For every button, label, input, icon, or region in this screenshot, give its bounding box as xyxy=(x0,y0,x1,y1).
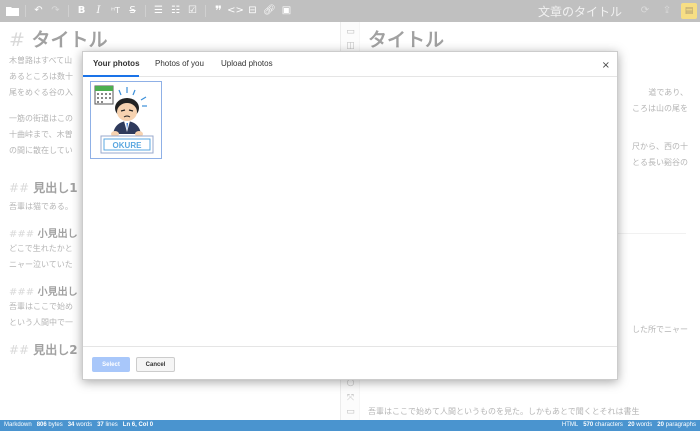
active-tab-indicator xyxy=(83,75,139,77)
cancel-button[interactable]: Cancel xyxy=(136,357,175,372)
status-preview-words: 20 words xyxy=(627,422,653,428)
dialog-footer: Select Cancel xyxy=(83,346,617,380)
tab-photos-of-you[interactable]: Photos of you xyxy=(155,59,204,68)
status-cursor: Ln 6, Col 0 xyxy=(122,422,154,428)
photo-illustration: OKURE xyxy=(94,85,154,154)
status-bar: Markdown 806 bytes 34 words 37 lines Ln … xyxy=(0,420,700,431)
status-paragraphs: 20 paragraphs xyxy=(657,422,696,428)
status-mode: Markdown xyxy=(4,422,32,428)
select-button[interactable]: Select xyxy=(92,357,130,372)
photo-thumbnail[interactable]: OKURE xyxy=(90,81,162,159)
status-bytes: 806 bytes xyxy=(36,422,63,428)
tab-your-photos[interactable]: Your photos xyxy=(93,59,140,68)
status-preview-mode: HTML xyxy=(561,422,579,428)
tab-upload-photos[interactable]: Upload photos xyxy=(221,59,273,68)
photo-badge-text: OKURE xyxy=(113,141,143,150)
status-characters: 570 characters xyxy=(583,422,623,428)
status-words: 34 words xyxy=(67,422,93,428)
photo-picker-dialog: Your photos Photos of you Upload photos … xyxy=(82,51,618,380)
photo-tabs: Your photos Photos of you Upload photos … xyxy=(83,52,617,77)
status-lines: 37 lines xyxy=(97,422,118,428)
close-icon[interactable]: × xyxy=(602,60,610,71)
